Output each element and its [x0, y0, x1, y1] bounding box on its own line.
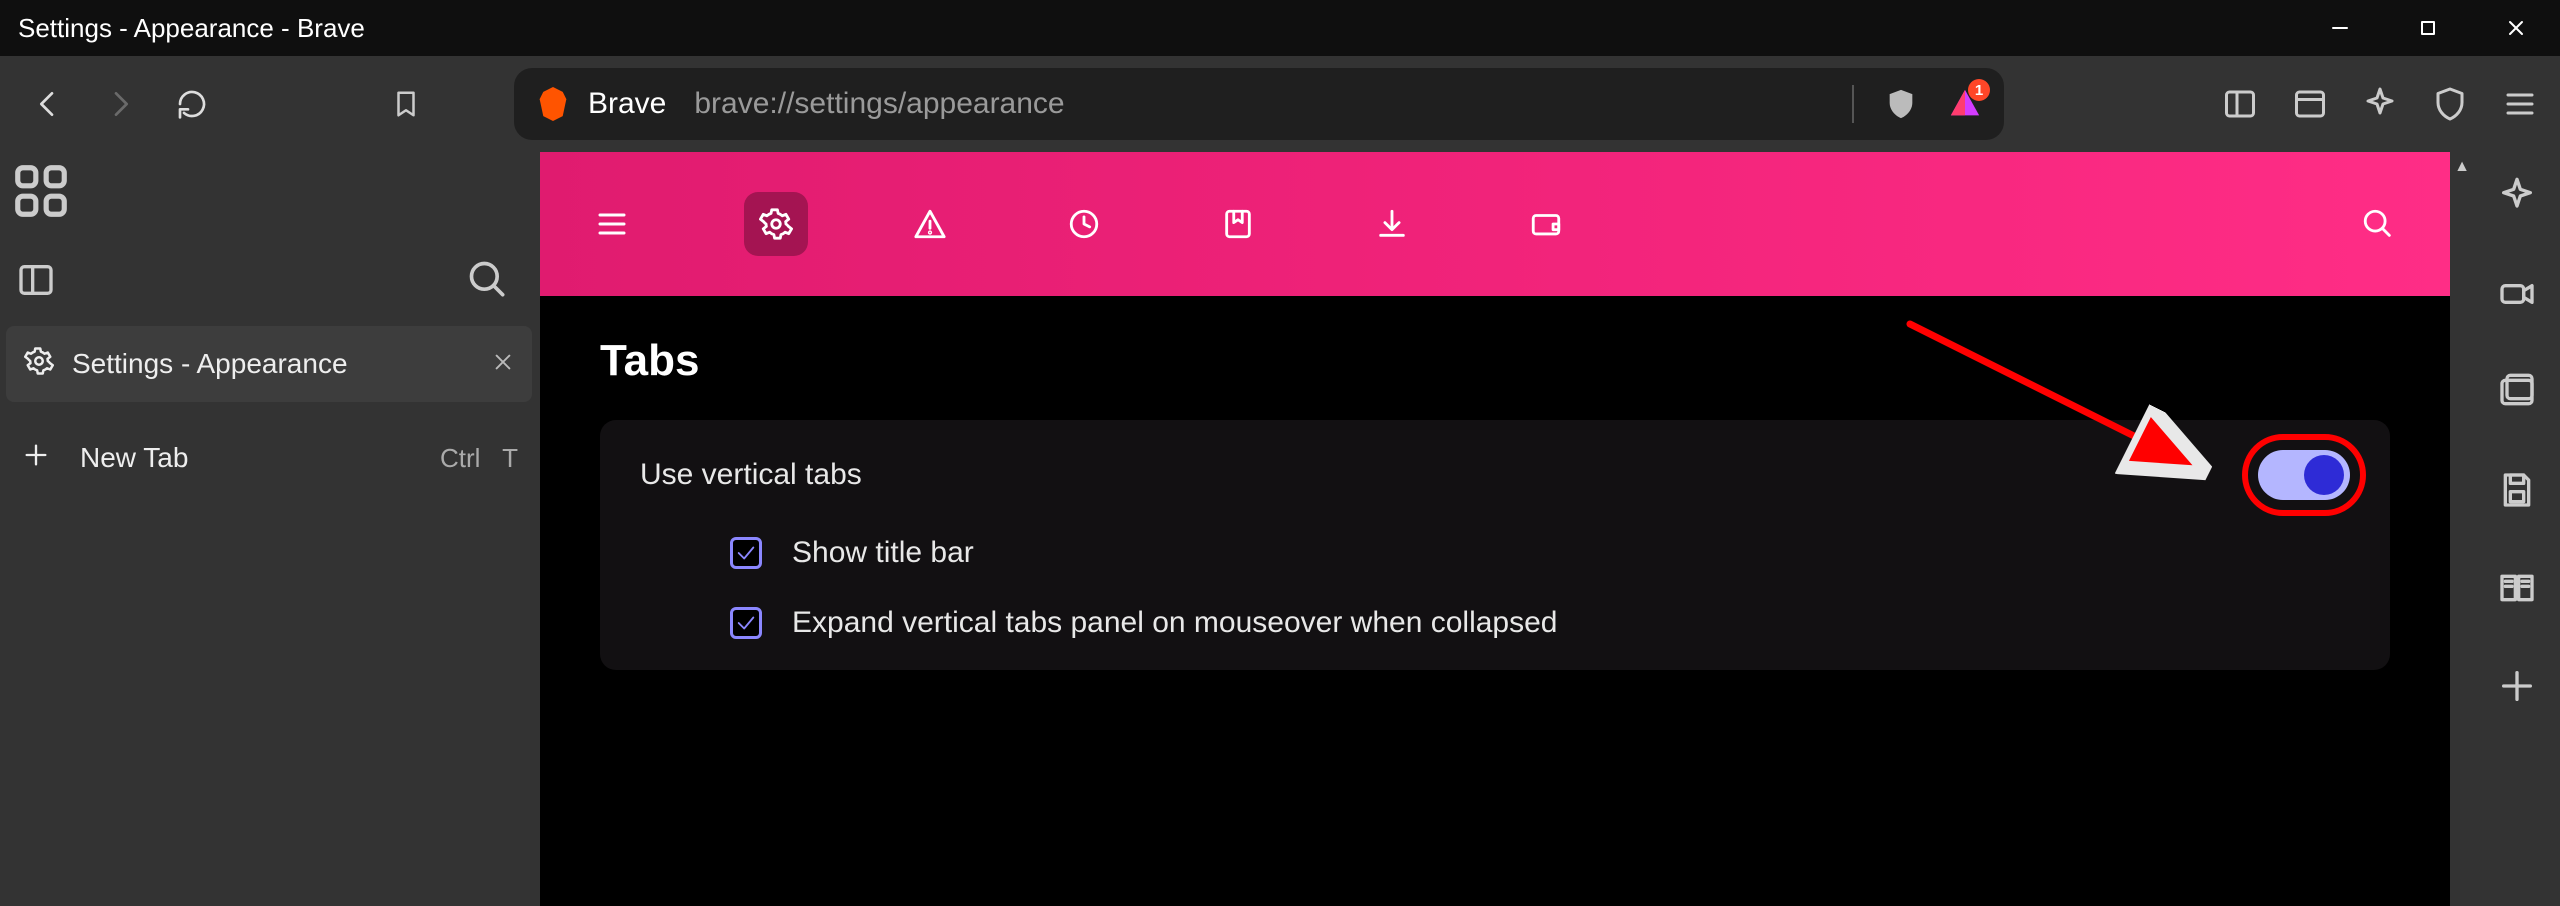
window-controls — [2296, 0, 2560, 56]
sidebar-toggle-icon[interactable] — [2222, 86, 2258, 122]
nav-warning-icon[interactable] — [898, 192, 962, 256]
window-title: Settings - Appearance - Brave — [18, 13, 365, 44]
apps-grid-icon[interactable] — [10, 160, 72, 222]
nav-wallet-icon[interactable] — [1514, 192, 1578, 256]
hamburger-menu-icon[interactable] — [580, 192, 644, 256]
tab-title: Settings - Appearance — [72, 348, 348, 380]
new-tab-shortcut: Ctrl T — [440, 443, 518, 474]
browser-toolbar: Brave brave://settings/appearance 1 — [0, 56, 2560, 152]
nav-search-icon[interactable] — [2346, 192, 2410, 256]
show-title-bar-checkbox[interactable] — [730, 537, 762, 569]
back-button[interactable] — [22, 78, 74, 130]
toggle-knob — [2304, 455, 2344, 495]
gear-icon — [24, 346, 54, 383]
expand-on-hover-label: Expand vertical tabs panel on mouseover … — [792, 606, 1557, 640]
add-panel-icon[interactable] — [2497, 666, 2537, 706]
tab-overview-icon[interactable] — [2497, 372, 2537, 412]
new-tab-button[interactable]: New Tab Ctrl T — [0, 420, 540, 496]
expand-on-hover-checkbox[interactable] — [730, 607, 762, 639]
vertical-tabs-toggle[interactable] — [2258, 450, 2350, 500]
right-sidebar — [2474, 152, 2560, 906]
forward-button[interactable] — [94, 78, 146, 130]
address-bar[interactable]: Brave brave://settings/appearance 1 — [514, 68, 2004, 140]
setting-vertical-tabs-label: Use vertical tabs — [640, 458, 862, 492]
reading-list-icon[interactable] — [2497, 568, 2537, 608]
tab-close-icon[interactable] — [492, 348, 514, 380]
panel-toggle-icon[interactable] — [16, 260, 56, 300]
address-url: brave://settings/appearance — [694, 87, 1064, 121]
nav-history-icon[interactable] — [1052, 192, 1116, 256]
settings-content: Tabs Use vertical tabs Show title bar — [540, 296, 2450, 906]
address-divider — [1852, 85, 1854, 123]
address-brand: Brave — [588, 87, 666, 121]
content-main: Tabs Use vertical tabs Show title bar — [540, 152, 2450, 906]
nav-bookmarks-icon[interactable] — [1206, 192, 1270, 256]
leo-ai-icon[interactable] — [2362, 86, 2398, 122]
show-title-bar-label: Show title bar — [792, 536, 974, 570]
tabs-search-icon[interactable] — [466, 258, 510, 302]
brave-lion-icon — [536, 87, 570, 121]
toolbar-right — [2222, 86, 2538, 122]
setting-expand-on-hover-row: Expand vertical tabs panel on mouseover … — [640, 606, 2350, 640]
shields-icon[interactable] — [1884, 87, 1918, 121]
nav-settings-icon[interactable] — [744, 192, 808, 256]
tabs-panel-header — [0, 244, 540, 316]
content-scrollbar[interactable]: ▲ — [2450, 152, 2474, 906]
setting-vertical-tabs-row: Use vertical tabs — [640, 450, 2350, 500]
tabs-settings-card: Use vertical tabs Show title bar — [600, 420, 2390, 670]
window-titlebar: Settings - Appearance - Brave — [0, 0, 2560, 56]
save-disk-icon[interactable] — [2497, 470, 2537, 510]
vertical-tabs-panel: Settings - Appearance New Tab Ctrl T — [0, 152, 540, 906]
nav-downloads-icon[interactable] — [1360, 192, 1424, 256]
settings-top-nav — [540, 152, 2450, 296]
talk-video-icon[interactable] — [2497, 274, 2537, 314]
section-title-tabs: Tabs — [600, 336, 2390, 386]
new-tab-label: New Tab — [80, 442, 188, 474]
vpn-shield-icon[interactable] — [2432, 86, 2468, 122]
setting-show-title-bar-row: Show title bar — [640, 536, 2350, 570]
reload-button[interactable] — [166, 78, 218, 130]
tab-settings-appearance[interactable]: Settings - Appearance — [6, 326, 532, 402]
sparkle-icon[interactable] — [2497, 176, 2537, 216]
rewards-icon[interactable]: 1 — [1948, 87, 1982, 121]
scroll-up-icon[interactable]: ▲ — [2454, 158, 2470, 176]
wallet-toolbar-icon[interactable] — [2292, 86, 2328, 122]
maximize-button[interactable] — [2384, 0, 2472, 56]
close-window-button[interactable] — [2472, 0, 2560, 56]
content-column: Tabs Use vertical tabs Show title bar — [540, 152, 2560, 906]
app-menu-icon[interactable] — [2502, 86, 2538, 122]
bookmark-button[interactable] — [378, 76, 434, 132]
main-area: Settings - Appearance New Tab Ctrl T — [0, 152, 2560, 906]
minimize-button[interactable] — [2296, 0, 2384, 56]
rewards-badge: 1 — [1968, 79, 1990, 101]
plus-icon — [22, 441, 50, 476]
